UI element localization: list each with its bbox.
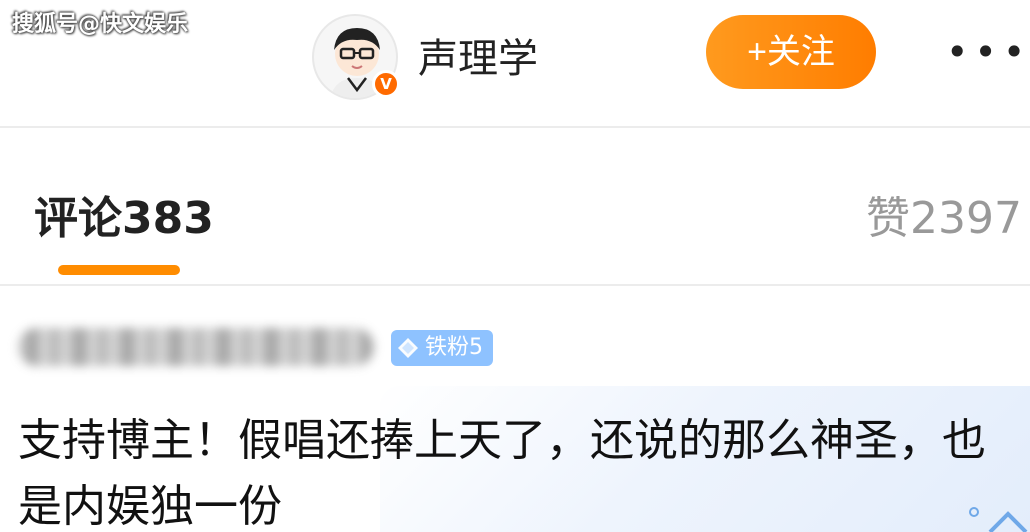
comment-tabs: 评论383 赞2397 bbox=[0, 130, 1030, 286]
comment-item: 铁粉5 支持博主！假唱还捧上天了，还说的那么神圣，也是内娱独一份 bbox=[0, 290, 1030, 532]
watermark: 搜狐号@快文娱乐 bbox=[12, 12, 189, 37]
diamond-icon bbox=[398, 338, 418, 358]
blurred-username[interactable] bbox=[18, 328, 374, 366]
more-options-button[interactable]: ••• bbox=[946, 33, 1030, 71]
tab-comments[interactable]: 评论383 bbox=[34, 182, 214, 246]
verified-badge: V bbox=[372, 70, 400, 98]
decorative-corner-icon bbox=[969, 507, 1028, 532]
comment-text: 支持博主！假唱还捧上天了，还说的那么神圣，也是内娱独一份 bbox=[18, 415, 986, 532]
tab-likes[interactable]: 赞2397 bbox=[866, 182, 1022, 246]
fan-badge-label: 铁粉5 bbox=[425, 335, 483, 360]
active-tab-indicator bbox=[58, 265, 180, 275]
fan-level-badge: 铁粉5 bbox=[391, 330, 493, 366]
follow-button[interactable]: +关注 bbox=[706, 15, 876, 89]
account-name[interactable]: 声理学 bbox=[418, 26, 538, 84]
